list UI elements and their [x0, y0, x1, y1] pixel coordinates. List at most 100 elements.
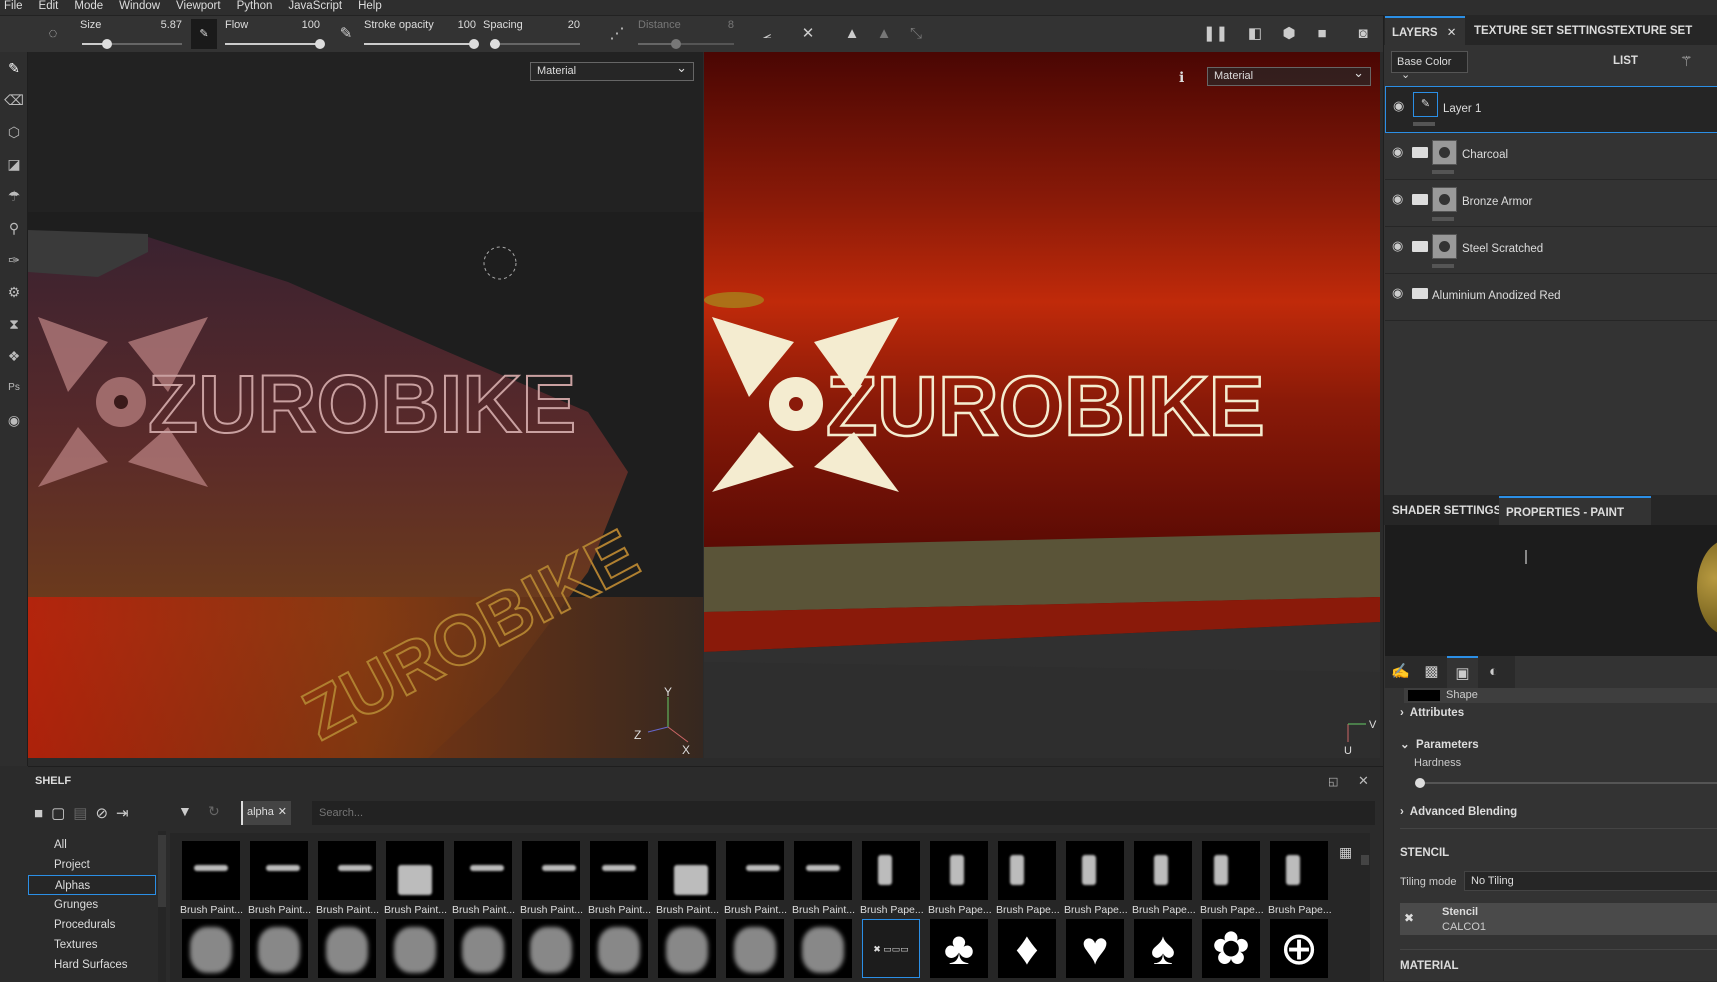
visibility-eye-icon[interactable]: ◉	[1392, 191, 1403, 207]
alpha-thumbnail[interactable]: ♣	[930, 919, 988, 978]
flow-value[interactable]: 100	[280, 19, 320, 31]
alpha-thumbnail[interactable]	[998, 841, 1056, 900]
auto-mask-icon[interactable]: ⚚	[1680, 53, 1693, 70]
stencil-tab-icon[interactable]: ▣	[1447, 656, 1478, 688]
reset-filter-icon[interactable]: ↻	[208, 803, 220, 820]
shelf-search-input[interactable]	[312, 801, 1375, 825]
float-panel-icon[interactable]: ◱	[1328, 775, 1338, 788]
spacing-slider[interactable]	[489, 39, 580, 49]
3d-viewport[interactable]: ZUROBIKE ZUROBIKE Y X Z Material	[28, 52, 703, 758]
menu-mode[interactable]: Mode	[70, 0, 115, 15]
x-symmetry-icon[interactable]: ✕	[798, 24, 818, 44]
distance-value[interactable]: 8	[700, 19, 734, 31]
menu-help[interactable]: Help	[354, 0, 394, 15]
alpha-thumbnail[interactable]: ⊕	[1270, 919, 1328, 978]
channel-select[interactable]: Base Color ⌄	[1391, 51, 1468, 81]
filter-tag[interactable]: alpha ✕	[241, 801, 291, 825]
alpha-thumbnail[interactable]	[522, 841, 580, 900]
tab-properties-paint[interactable]: PROPERTIES - PAINT ✕	[1499, 496, 1651, 549]
tiling-mode-select[interactable]: No Tiling	[1464, 871, 1717, 891]
alpha-thumbnail[interactable]	[726, 841, 784, 900]
material-tab-icon[interactable]: ◐	[1478, 656, 1509, 688]
alpha-thumbnail[interactable]	[522, 919, 580, 978]
tab-layers[interactable]: LAYERS ✕	[1385, 16, 1465, 46]
parameters-section[interactable]: ⌄ Parameters	[1400, 737, 1479, 751]
color-picker-icon[interactable]: ✑	[0, 244, 28, 276]
polygon-fill-icon[interactable]: ◪	[0, 148, 28, 180]
alpha-thumbnail[interactable]	[454, 919, 512, 978]
alpha-thumbnail[interactable]	[658, 919, 716, 978]
history-icon[interactable]: ⧗	[0, 308, 28, 340]
menu-javascript[interactable]: JavaScript	[284, 0, 354, 15]
2d-viewport[interactable]: ZUROBIKE V U ℹ Material	[704, 52, 1380, 758]
alpha-thumbnail[interactable]	[1066, 841, 1124, 900]
spacing-value[interactable]: 20	[540, 19, 580, 31]
grid-view-icon[interactable]: ▦	[1339, 844, 1352, 861]
bake-icon[interactable]: ⚙	[0, 276, 28, 308]
import-icon[interactable]: ⇥	[116, 804, 129, 822]
flow-pressure-icon[interactable]: ✎	[191, 19, 217, 49]
category-procedurals[interactable]: Procedurals	[28, 915, 156, 935]
save-icon[interactable]: ▤	[73, 804, 87, 822]
filter-icon[interactable]: ▼	[178, 803, 192, 819]
menu-edit[interactable]: Edit	[35, 0, 71, 15]
shape-row[interactable]: Shape	[1404, 688, 1717, 703]
menu-window[interactable]: Window	[115, 0, 172, 15]
visibility-eye-icon[interactable]: ◉	[1392, 144, 1403, 160]
category-grunges[interactable]: Grunges	[28, 895, 156, 915]
menu-viewport[interactable]: Viewport	[172, 0, 233, 15]
visibility-eye-icon[interactable]: ◉	[1392, 238, 1403, 254]
alpha-thumbnail[interactable]	[862, 841, 920, 900]
tab-texture-set-list[interactable]: TEXTURE SET LIST	[1606, 16, 1717, 67]
alpha-thumbnail[interactable]	[182, 919, 240, 978]
alpha-thumbnail[interactable]	[1202, 841, 1260, 900]
alpha-thumbnail[interactable]	[182, 841, 240, 900]
stencil-slot[interactable]: ✖ Stencil CALCO1	[1400, 903, 1717, 935]
alpha-thumbnail[interactable]: ♠	[1134, 919, 1192, 978]
info-icon[interactable]: ℹ	[1179, 69, 1184, 86]
screenshot-icon[interactable]: ◙	[1353, 24, 1373, 44]
brush-shape-icon[interactable]: ◌	[43, 24, 63, 44]
eraser-icon[interactable]: ⌫	[0, 84, 28, 116]
size-slider[interactable]	[82, 39, 182, 49]
camera-icon[interactable]: ■	[1312, 24, 1332, 44]
brush-tab-icon[interactable]: ✍	[1385, 656, 1416, 688]
category-all[interactable]: All	[28, 835, 156, 855]
alpha-thumbnail[interactable]: ♥	[1066, 919, 1124, 978]
category-alphas[interactable]: Alphas	[28, 875, 156, 895]
symmetry-curve-icon[interactable]: ⦟	[757, 24, 777, 44]
hide-icon[interactable]: ⊘	[95, 804, 108, 822]
smudge-icon[interactable]: ☂	[0, 180, 28, 212]
alpha-thumbnail[interactable]	[1270, 841, 1328, 900]
alpha-thumbnail[interactable]	[590, 841, 648, 900]
stroke-opacity-pressure-icon[interactable]: ✎	[336, 24, 356, 44]
category-project[interactable]: Project	[28, 855, 156, 875]
split-view-icon[interactable]: ◧	[1245, 24, 1265, 44]
layer-item[interactable]: ◉ Steel Scratched	[1385, 227, 1717, 274]
tab-texture-set-settings[interactable]: TEXTURE SET SETTINGS	[1467, 16, 1621, 46]
size-value[interactable]: 5.87	[140, 19, 182, 31]
distance-slider[interactable]	[638, 39, 734, 49]
grid-scrollbar[interactable]	[1361, 855, 1369, 865]
alpha-thumbnail[interactable]	[930, 841, 988, 900]
layer-item[interactable]: ◉ Bronze Armor	[1385, 180, 1717, 227]
alpha-thumbnail[interactable]	[250, 919, 308, 978]
pause-icon[interactable]: ❚❚	[1203, 24, 1228, 44]
stroke-opacity-value[interactable]: 100	[440, 19, 476, 31]
flow-slider[interactable]	[225, 39, 325, 49]
alpha-thumbnail[interactable]: ♦	[998, 919, 1056, 978]
layer-item[interactable]: ◉ ✎ Layer 1	[1385, 86, 1717, 133]
photoshop-export-icon[interactable]: Ps	[0, 372, 28, 404]
render-icon[interactable]: ◉	[0, 404, 28, 436]
mirror-settings-icon[interactable]: ▲	[874, 24, 894, 44]
alpha-tab-icon[interactable]: ▩	[1416, 656, 1447, 688]
left-viewport-mode-select[interactable]: Material	[530, 61, 694, 81]
close-shelf-icon[interactable]: ✕	[1358, 773, 1369, 789]
menu-python[interactable]: Python	[233, 0, 285, 15]
alpha-thumbnail[interactable]	[318, 841, 376, 900]
folder-icon[interactable]: ■	[34, 805, 43, 822]
display-cube-icon[interactable]: ⬢	[1279, 24, 1299, 44]
alpha-thumbnail[interactable]	[590, 919, 648, 978]
alpha-thumbnail[interactable]: ✖ ▭▭▭	[862, 919, 920, 978]
paint-brush-icon[interactable]: ✎	[0, 52, 28, 84]
